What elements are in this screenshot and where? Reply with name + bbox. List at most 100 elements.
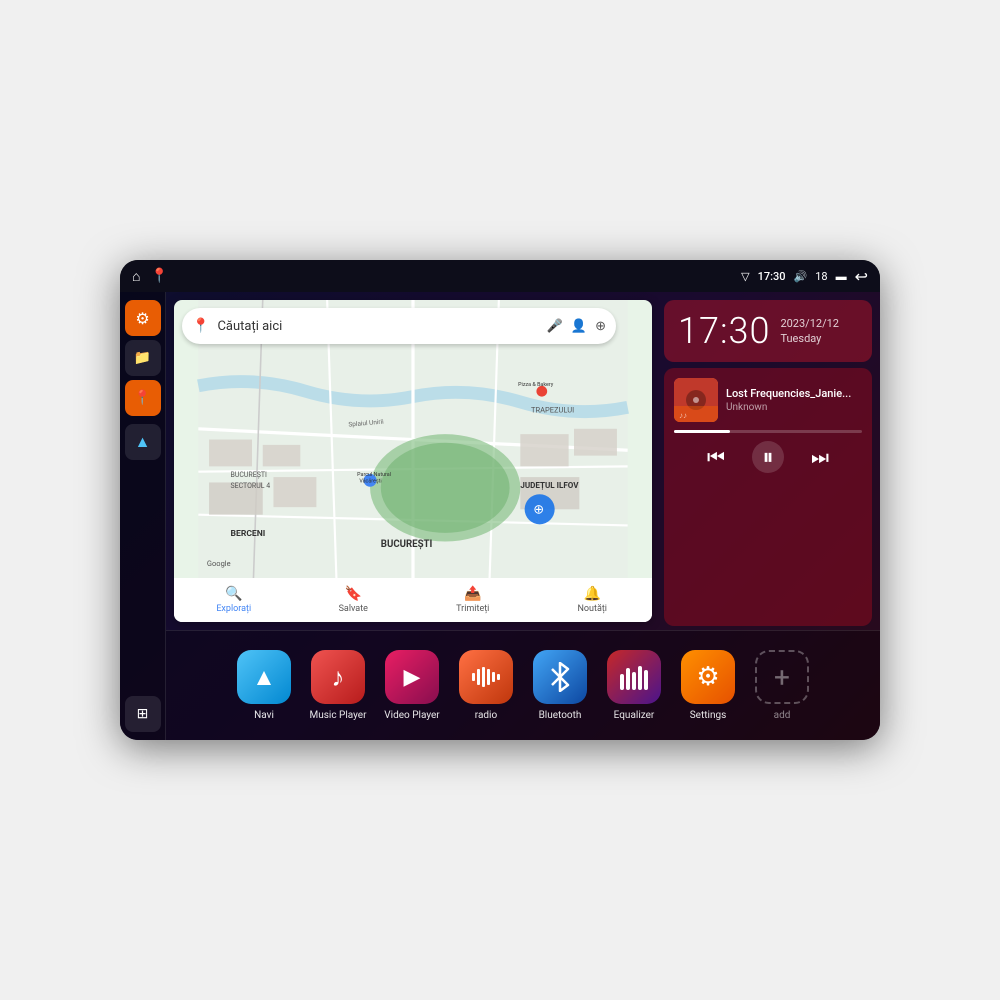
svg-text:Pizza & Bakery: Pizza & Bakery (518, 382, 554, 388)
maps-icon[interactable]: 📍 (150, 268, 167, 284)
settings-icon-img: ⚙ (681, 650, 735, 704)
music-progress-bar[interactable] (674, 430, 862, 433)
svg-text:TRAPEZULUI: TRAPEZULUI (531, 406, 574, 415)
status-bar: ⌂ 📍 ▽ 17:30 🔊 18 ▬ ↩ (120, 260, 880, 292)
add-icon-img: + (755, 650, 809, 704)
map-nav-share[interactable]: 📤 Trimiteți (413, 586, 533, 614)
svg-text:BERCENI: BERCENI (231, 529, 266, 539)
bluetooth-icon-img (533, 650, 587, 704)
share-label: Trimiteți (456, 604, 489, 614)
album-art: ♪♪ (674, 378, 718, 422)
battery-icon: ▬ (836, 270, 847, 283)
content-area: BERCENI BUCUREȘTI SECTORUL 4 BUCUREȘTI J… (166, 292, 880, 740)
battery-level: 18 (815, 270, 827, 283)
sidebar: ⚙ 📁 📍 ▲ ⊞ (120, 292, 166, 740)
svg-text:Google: Google (207, 559, 231, 568)
video-player-icon-img: ▶ (385, 650, 439, 704)
video-player-label: Video Player (384, 710, 439, 721)
sidebar-map-btn[interactable]: 📍 (125, 380, 161, 416)
equalizer-label: Equalizer (614, 710, 655, 721)
app-radio[interactable]: radio (456, 650, 516, 721)
status-left: ⌂ 📍 (132, 268, 168, 285)
map-search-text[interactable]: Căutați aici (217, 319, 538, 334)
car-head-unit: ⌂ 📍 ▽ 17:30 🔊 18 ▬ ↩ ⚙ 📁 📍 ▲ (120, 260, 880, 740)
equalizer-icon-img (607, 650, 661, 704)
clock-date: 2023/12/12 Tuesday (780, 316, 839, 347)
svg-text:JUDEȚUL ILFOV: JUDEȚUL ILFOV (520, 481, 579, 491)
music-text: Lost Frequencies_Janie... Unknown (726, 387, 862, 413)
news-label: Noutăți (578, 604, 608, 614)
music-artist: Unknown (726, 402, 862, 413)
music-info: ♪♪ Lost Frequencies_Janie... Unknown (674, 378, 862, 422)
app-dock: ▲ Navi ♪ Music Player ▶ Video Player (166, 630, 880, 740)
sidebar-grid-btn[interactable]: ⊞ (125, 696, 161, 732)
app-equalizer[interactable]: Equalizer (604, 650, 664, 721)
map-pin-icon: 📍 (134, 390, 151, 406)
app-add[interactable]: + add (752, 650, 812, 721)
top-section: BERCENI BUCUREȘTI SECTORUL 4 BUCUREȘTI J… (166, 292, 880, 630)
pause-button[interactable]: ⏸ (752, 441, 784, 473)
add-label: add (774, 710, 791, 721)
main-area: ⚙ 📁 📍 ▲ ⊞ (120, 292, 880, 740)
map-bottom-nav: 🔍 Explorați 🔖 Salvate 📤 Trimiteți (174, 578, 652, 622)
music-widget: ♪♪ Lost Frequencies_Janie... Unknown (664, 368, 872, 626)
explore-label: Explorați (216, 604, 251, 614)
share-icon: 📤 (464, 586, 481, 602)
map-nav-saved[interactable]: 🔖 Salvate (294, 586, 414, 614)
svg-text:⊕: ⊕ (533, 503, 544, 518)
saved-label: Salvate (339, 604, 368, 614)
clock-time: 17:30 (678, 310, 770, 352)
grid-icon: ⊞ (137, 706, 149, 722)
svg-text:Parcul Natural: Parcul Natural (357, 472, 391, 478)
svg-text:♪♪: ♪♪ (679, 411, 687, 420)
back-icon[interactable]: ↩ (855, 267, 868, 286)
clock-widget: 17:30 2023/12/12 Tuesday (664, 300, 872, 362)
svg-text:BUCUREȘTI: BUCUREȘTI (231, 471, 267, 479)
next-button[interactable]: ⏭ (804, 441, 836, 473)
menu-icon[interactable]: ⊕ (595, 319, 606, 334)
app-bluetooth[interactable]: Bluetooth (530, 650, 590, 721)
app-settings[interactable]: ⚙ Settings (678, 650, 738, 721)
map-content[interactable]: BERCENI BUCUREȘTI SECTORUL 4 BUCUREȘTI J… (174, 300, 652, 622)
gear-icon: ⚙ (135, 309, 149, 328)
sidebar-nav-btn[interactable]: ▲ (125, 424, 161, 460)
map-container: BERCENI BUCUREȘTI SECTORUL 4 BUCUREȘTI J… (166, 292, 660, 630)
sidebar-files-btn[interactable]: 📁 (125, 340, 161, 376)
music-player-label: Music Player (309, 710, 366, 721)
map-search-bar[interactable]: 📍 Căutați aici 🎤 👤 ⊕ (182, 308, 616, 344)
svg-text:SECTORUL 4: SECTORUL 4 (231, 482, 271, 490)
google-maps-icon: 📍 (192, 318, 209, 334)
mic-icon[interactable]: 🎤 (547, 319, 563, 334)
navigation-icon: ▲ (135, 432, 151, 452)
map-nav-news[interactable]: 🔔 Noutăți (533, 586, 653, 614)
app-music-player[interactable]: ♪ Music Player (308, 650, 368, 721)
app-video-player[interactable]: ▶ Video Player (382, 650, 442, 721)
bluetooth-label: Bluetooth (539, 710, 582, 721)
news-icon: 🔔 (584, 586, 601, 602)
app-navi[interactable]: ▲ Navi (234, 650, 294, 721)
music-player-icon-img: ♪ (311, 650, 365, 704)
volume-icon: 🔊 (794, 270, 808, 283)
music-controls: ⏮ ⏸ ⏭ (674, 441, 862, 473)
svg-text:BUCUREȘTI: BUCUREȘTI (381, 539, 433, 550)
radio-icon-img (459, 650, 513, 704)
account-icon[interactable]: 👤 (571, 319, 587, 334)
home-icon[interactable]: ⌂ (132, 268, 140, 285)
sidebar-settings-btn[interactable]: ⚙ (125, 300, 161, 336)
map-nav-explore[interactable]: 🔍 Explorați (174, 586, 294, 614)
prev-button[interactable]: ⏮ (700, 441, 732, 473)
svg-text:Văcărești: Văcărești (359, 478, 381, 484)
radio-label: radio (475, 710, 497, 721)
music-title: Lost Frequencies_Janie... (726, 387, 862, 400)
time-display: 17:30 (758, 270, 786, 283)
right-panel: 17:30 2023/12/12 Tuesday (660, 292, 880, 630)
status-right: ▽ 17:30 🔊 18 ▬ ↩ (741, 267, 868, 286)
navi-label: Navi (254, 710, 274, 721)
saved-icon: 🔖 (345, 586, 362, 602)
explore-icon: 🔍 (225, 586, 242, 602)
navi-icon-img: ▲ (237, 650, 291, 704)
music-progress-fill (674, 430, 730, 433)
folder-icon: 📁 (134, 350, 151, 366)
settings-label: Settings (690, 710, 727, 721)
map-frame: BERCENI BUCUREȘTI SECTORUL 4 BUCUREȘTI J… (174, 300, 652, 622)
